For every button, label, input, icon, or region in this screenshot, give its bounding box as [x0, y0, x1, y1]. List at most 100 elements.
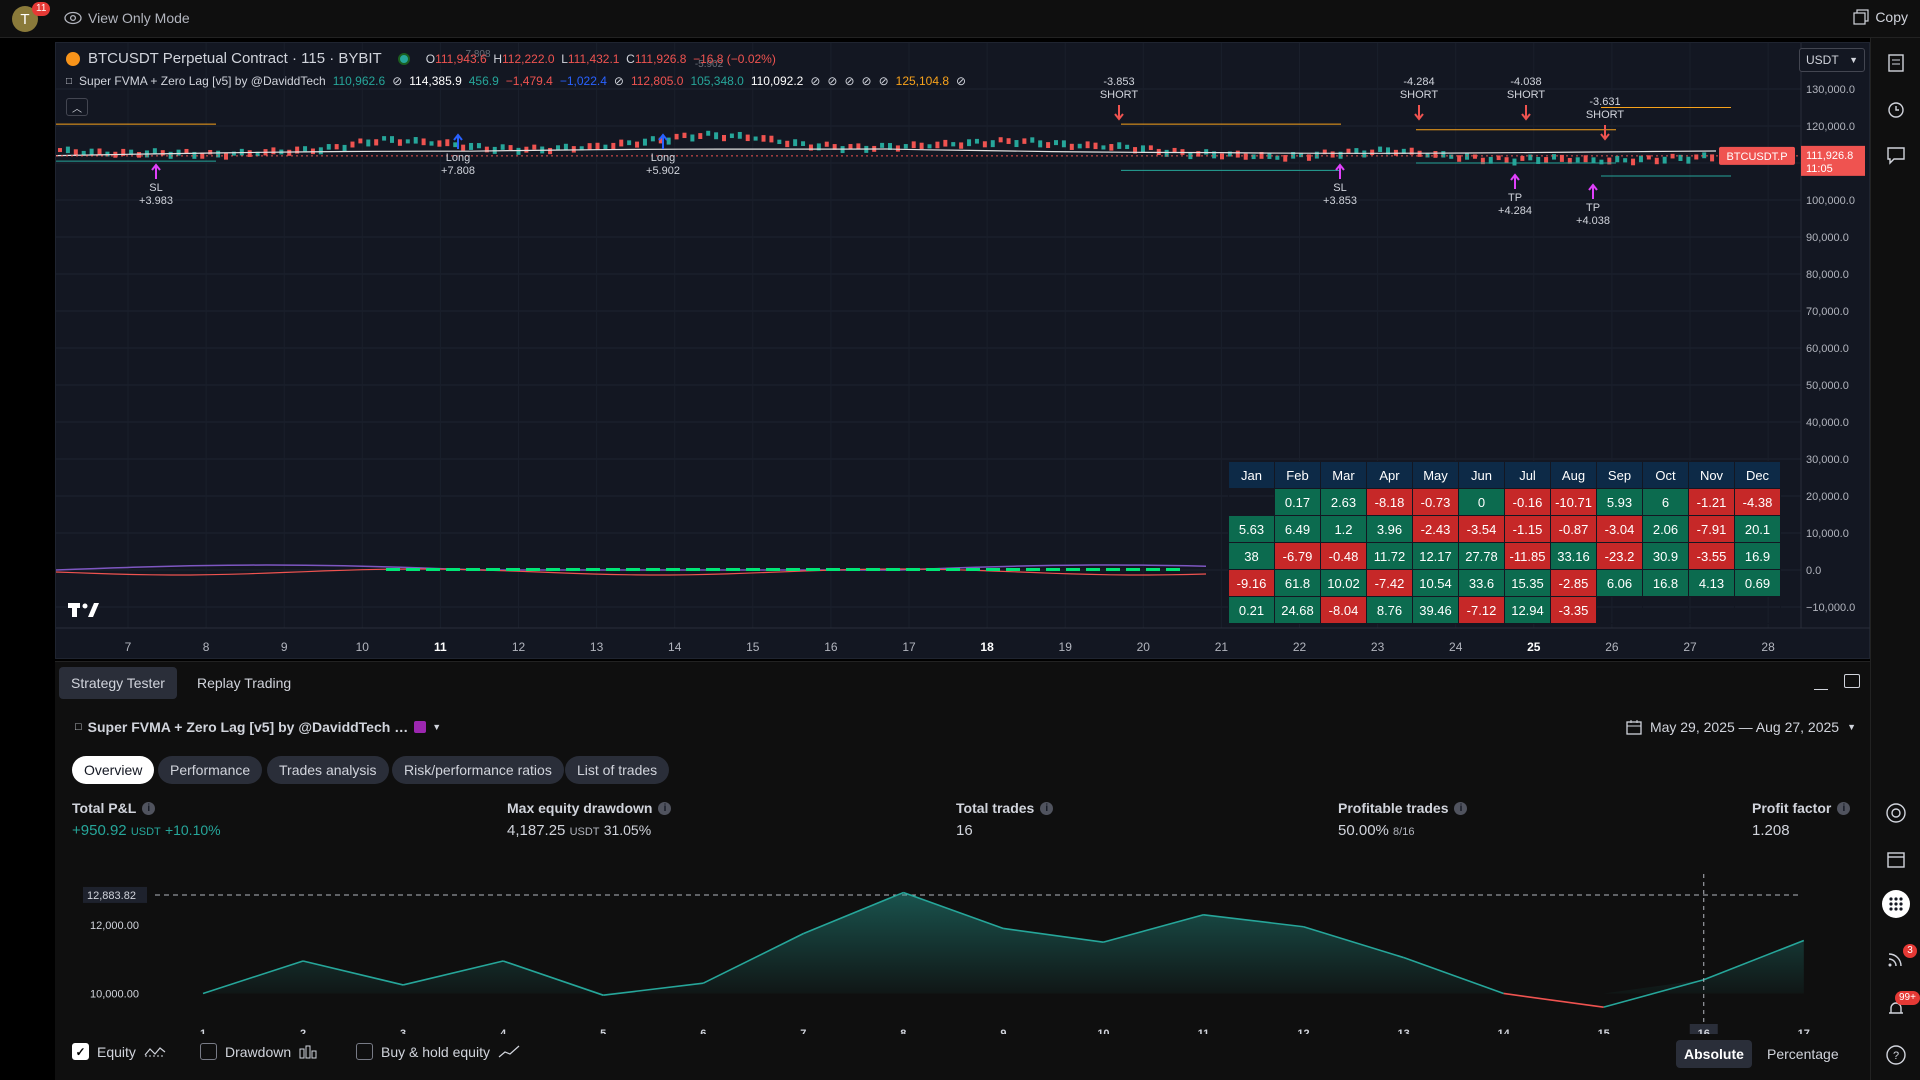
minimize-panel-button[interactable]	[1814, 676, 1828, 690]
svg-text:TP: TP	[1586, 202, 1600, 214]
oscillator-bar	[666, 568, 680, 571]
candle	[524, 146, 529, 153]
info-icon[interactable]: i	[1040, 801, 1054, 815]
oscillator-bar	[906, 568, 920, 571]
strategy-panel: Strategy Tester Replay Trading □ Super F…	[55, 661, 1870, 1080]
checkbox-checked[interactable]: ✓	[72, 1043, 89, 1060]
month-cell: 6	[1642, 488, 1689, 516]
candle	[1109, 144, 1114, 151]
metric-total-trades: Total trades i 16	[956, 800, 1054, 839]
x-tick-label: 11	[434, 640, 447, 654]
view-only-mode[interactable]: View Only Mode	[64, 10, 190, 26]
subtab-overview[interactable]: Overview	[72, 756, 155, 784]
candle	[1544, 157, 1549, 163]
x-tick-label: 14	[668, 640, 682, 654]
y-tick-label: 130,000.0	[1806, 84, 1855, 96]
subtab-trades-analysis[interactable]: Trades analysis	[267, 756, 389, 784]
subtab-performance[interactable]: Performance	[158, 756, 263, 784]
candle	[998, 137, 1003, 143]
month-cell: -8.04	[1320, 596, 1367, 624]
candle	[358, 138, 363, 144]
pnl-value: +950.92	[72, 822, 127, 839]
profitable-value: 50.00%	[1338, 822, 1389, 839]
eye-icon	[64, 11, 82, 25]
target-icon[interactable]	[1885, 802, 1907, 824]
date-range-picker[interactable]: May 29, 2025 — Aug 27, 2025 ▼	[1626, 719, 1856, 735]
candle	[722, 134, 726, 142]
x-tick-label: 28	[1761, 640, 1775, 654]
candle	[287, 149, 292, 156]
price-chart[interactable]: 130,000.0120,000.0110,000.0100,000.090,0…	[55, 42, 1871, 659]
candle	[1030, 137, 1035, 143]
metric-label: Total P&L	[72, 800, 137, 816]
x-tick-label: 17	[902, 640, 916, 654]
month-cell: 30.9	[1642, 542, 1689, 570]
month-cell: -4.38	[1734, 488, 1781, 516]
tv-logo-icon	[68, 603, 99, 617]
equity-chart[interactable]: 12,883.8212,000.0010,000.001 2 3 4 5 6 7 8 9 10 11…	[55, 874, 1870, 1034]
symbol-title[interactable]: BTCUSDT Perpetual Contract · 115 · BYBIT	[88, 50, 382, 67]
subtab-risk-ratios[interactable]: Risk/performance ratios	[392, 756, 564, 784]
info-icon[interactable]: i	[658, 801, 672, 815]
tab-replay-trading[interactable]: Replay Trading	[185, 667, 303, 699]
indicator-name[interactable]: Super FVMA + Zero Lag [v5] by @DaviddTec…	[79, 74, 326, 88]
svg-text:+3.853: +3.853	[1323, 195, 1357, 207]
drawdown-unit: USDT	[569, 826, 600, 838]
checkbox-unchecked[interactable]	[200, 1043, 217, 1060]
info-icon[interactable]: i	[1454, 801, 1468, 815]
info-icon[interactable]: i	[142, 801, 156, 815]
candle	[1101, 145, 1106, 150]
info-icon[interactable]: i	[1837, 801, 1851, 815]
subtab-list-of-trades[interactable]: List of trades	[565, 756, 670, 784]
equity-x-tick: 8	[900, 1028, 906, 1034]
percentage-toggle[interactable]: Percentage	[1759, 1040, 1847, 1068]
maximize-panel-button[interactable]	[1844, 674, 1860, 688]
low-key: L	[561, 51, 568, 66]
collapse-legend-button[interactable]: ︿	[66, 98, 88, 116]
candle	[793, 139, 798, 147]
equity-checkbox[interactable]: ✓ Equity	[72, 1043, 166, 1060]
month-header: Jan	[1228, 461, 1275, 489]
calendar-icon[interactable]	[1885, 848, 1907, 870]
month-header: Jun	[1458, 461, 1505, 489]
equity-segment	[1503, 992, 1604, 1008]
y-tick-label: 10,000.0	[1806, 528, 1849, 540]
indicator-settings-icon[interactable]: □	[66, 76, 72, 87]
equity-line-icon	[144, 1046, 166, 1056]
equity-x-tick: 16	[1698, 1028, 1710, 1034]
candle	[959, 142, 964, 149]
svg-text:Long: Long	[446, 152, 470, 164]
oscillator-bar	[1146, 568, 1160, 571]
indicator-value: 105,348.0	[690, 74, 744, 88]
watchlist-icon[interactable]	[1885, 52, 1907, 74]
buyhold-checkbox[interactable]: Buy & hold equity	[356, 1043, 520, 1060]
close-value: 111,926.8	[634, 51, 687, 66]
copy-button[interactable]: Copy	[1853, 9, 1908, 25]
drawdown-checkbox[interactable]: Drawdown	[200, 1043, 317, 1060]
trade-label: TP+4.038	[1576, 183, 1610, 227]
month-cell: 39.46	[1412, 596, 1459, 624]
oscillator-bar	[1086, 568, 1100, 571]
currency-select[interactable]: USDT ▼	[1799, 48, 1865, 72]
oscillator-bar	[446, 568, 460, 571]
oscillator-bar	[686, 568, 700, 571]
chat-icon[interactable]	[1885, 144, 1907, 166]
symbol-tag-label: BTCUSDT.P	[1726, 151, 1787, 163]
checkbox-unchecked[interactable]	[356, 1043, 373, 1060]
strategy-selector[interactable]: □ Super FVMA + Zero Lag [v5] by @DaviddT…	[75, 719, 441, 735]
oscillator-bar	[526, 568, 540, 571]
absolute-toggle[interactable]: Absolute	[1676, 1040, 1752, 1068]
help-icon[interactable]: ?	[1885, 1044, 1907, 1066]
month-cell: -0.73	[1412, 488, 1459, 516]
tab-strategy-tester[interactable]: Strategy Tester	[59, 667, 177, 699]
candle	[1220, 153, 1224, 160]
pnl-percent: +10.10%	[164, 822, 221, 838]
candle	[1631, 158, 1636, 166]
apps-grid-icon[interactable]	[1882, 890, 1910, 918]
oscillator-bar	[986, 568, 1000, 571]
candle	[1243, 153, 1248, 160]
alarm-clock-icon[interactable]	[1885, 98, 1907, 120]
candle	[974, 138, 979, 144]
profit-factor-value: 1.208	[1752, 822, 1790, 839]
candle	[65, 146, 70, 154]
